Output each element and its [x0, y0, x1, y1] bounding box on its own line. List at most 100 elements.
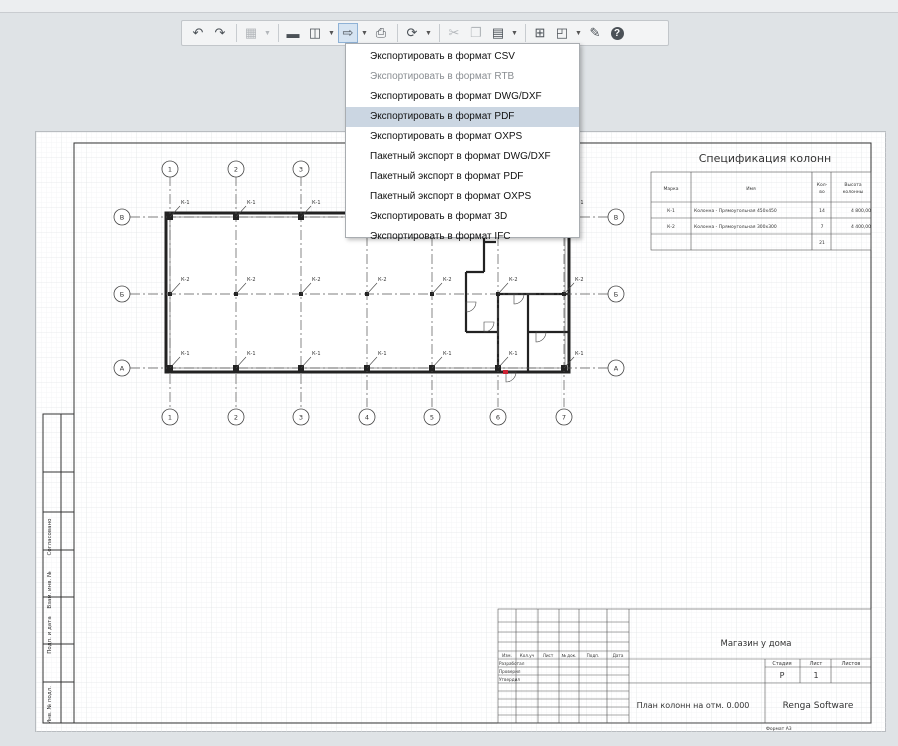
spec-cell-mark: К-2 — [667, 224, 675, 230]
redo-icon: ↷ — [214, 25, 226, 40]
layers-button[interactable]: ◰ — [552, 23, 572, 43]
axis-label: 7 — [562, 414, 566, 422]
export-menu-item[interactable]: Экспортировать в формат 3D — [346, 207, 579, 227]
stage-value: Р — [780, 671, 785, 680]
column-mark: К-1 — [312, 351, 321, 357]
spec-cell-name: Колонна - Прямоугольная 450x450 — [694, 208, 777, 214]
export-menu-item[interactable]: Экспортировать в формат IFC — [346, 227, 579, 247]
export-menu-item[interactable]: Пакетный экспорт в формат DWG/DXF — [346, 147, 579, 167]
save-dropdown-arrow[interactable]: ▼ — [327, 23, 336, 43]
tree-button[interactable]: ⊞ — [530, 23, 550, 43]
spec-header: колонны — [843, 190, 864, 195]
undo-icon: ↶ — [192, 25, 204, 40]
export-menu-item[interactable]: Пакетный экспорт в формат OXPS — [346, 187, 579, 207]
toolbar-separator — [397, 24, 398, 42]
column-mark: К-1 — [181, 200, 190, 206]
column-mark: К-1 — [378, 351, 387, 357]
export-menu-item[interactable]: Экспортировать в формат OXPS — [346, 127, 579, 147]
paste-button[interactable]: ▤ — [488, 23, 508, 43]
axis-label: В — [614, 214, 618, 222]
model-button[interactable]: ▦ — [241, 23, 261, 43]
tree-icon: ⊞ — [534, 25, 546, 40]
spec-cell-height: 4 400,00 — [851, 224, 871, 230]
axis-label: Б — [120, 291, 124, 299]
open-button[interactable]: ▬ — [283, 23, 303, 43]
paste-icon: ▤ — [491, 25, 505, 40]
export-dropdown-arrow[interactable]: ▼ — [360, 23, 369, 43]
wrench-icon: ✎ — [589, 25, 601, 40]
column-mark: К-1 — [443, 351, 452, 357]
column-mark: К-2 — [443, 277, 452, 283]
save-button[interactable]: ◫ — [305, 23, 325, 43]
cut-button[interactable]: ✂ — [444, 23, 464, 43]
settings-button[interactable]: ✎ — [585, 23, 605, 43]
export-menu-item[interactable]: Экспортировать в формат CSV — [346, 47, 579, 67]
export-menu-item[interactable]: Экспортировать в формат PDF — [346, 107, 579, 127]
side-stamp-label: Подп. и дата — [47, 616, 53, 653]
title-col-head: Изм. — [502, 653, 512, 658]
spec-cell-qty: 14 — [819, 208, 825, 214]
toolbar-separator — [439, 24, 440, 42]
axis-label: 5 — [430, 414, 434, 422]
folder-icon: ▬ — [286, 25, 300, 41]
export-icon: ⇨ — [342, 25, 354, 40]
column-mark: К-2 — [575, 277, 584, 283]
axis-label: 1 — [168, 166, 172, 174]
model-dropdown-arrow[interactable]: ▼ — [263, 23, 272, 43]
export-dropdown-menu: Экспортировать в формат CSV Экспортироват… — [345, 43, 580, 242]
spec-cell-name: Колонна - Прямоугольная 300x300 — [694, 224, 777, 230]
export-menu-item[interactable]: Экспортировать в формат DWG/DXF — [346, 87, 579, 107]
axis-label: 3 — [299, 166, 303, 174]
redo-button[interactable]: ↷ — [210, 23, 230, 43]
help-button[interactable]: ? — [607, 23, 627, 43]
axis-label: 4 — [365, 414, 369, 422]
spec-title: Спецификация колонн — [699, 152, 831, 165]
axis-label: 3 — [299, 414, 303, 422]
column-mark: К-2 — [312, 277, 321, 283]
toolbar-separator — [525, 24, 526, 42]
side-stamp-label: Инв. № подл. — [47, 686, 53, 724]
axis-label: А — [120, 365, 125, 373]
axis-label: А — [614, 365, 619, 373]
selection-marker — [503, 370, 508, 374]
title-role: Утвердил — [499, 677, 520, 682]
company-name: Renga Software — [783, 701, 854, 711]
sheet-value: 1 — [813, 671, 818, 680]
column-mark: К-1 — [312, 200, 321, 206]
spec-cell-qty: 21 — [819, 240, 825, 246]
drawing-name: План колонн на отм. 0.000 — [637, 701, 750, 710]
copy-button[interactable]: ❐ — [466, 23, 486, 43]
paste-dropdown-arrow[interactable]: ▼ — [510, 23, 519, 43]
spec-header: Высота — [844, 182, 861, 188]
toolbar-separator — [278, 24, 279, 42]
column-mark: К-2 — [247, 277, 256, 283]
layers-icon: ◰ — [555, 25, 569, 40]
cut-icon: ✂ — [448, 25, 460, 40]
spec-cell-qty: 7 — [821, 224, 824, 230]
sheets-label: Листов — [842, 661, 861, 667]
title-role: Проверил — [499, 669, 521, 674]
view-dropdown-arrow[interactable]: ▼ — [424, 23, 433, 43]
export-menu-item: Экспортировать в формат RTB — [370, 71, 515, 82]
spec-header: Кол- — [817, 182, 828, 188]
print-icon: ⎙ — [375, 25, 387, 40]
title-col-head: Лист — [543, 653, 554, 658]
title-col-head: Дата — [613, 653, 624, 658]
export-menu-item[interactable]: Пакетный экспорт в формат PDF — [346, 167, 579, 187]
undo-button[interactable]: ↶ — [188, 23, 208, 43]
title-role: Разработал — [499, 661, 525, 666]
window-top-bar — [0, 0, 898, 13]
save-icon: ◫ — [308, 25, 322, 40]
side-stamp-label: Согласовано — [47, 518, 53, 556]
print-button[interactable]: ⎙ — [371, 23, 391, 43]
column-mark: К-1 — [181, 351, 190, 357]
layers-dropdown-arrow[interactable]: ▼ — [574, 23, 583, 43]
help-icon: ? — [610, 26, 624, 40]
export-button[interactable]: ⇨ — [338, 23, 358, 43]
axis-label: 1 — [168, 414, 172, 422]
axis-label: 6 — [496, 414, 500, 422]
view-button[interactable]: ⟳ — [402, 23, 422, 43]
title-col-head: Кол.уч — [520, 653, 535, 658]
axis-label: 2 — [234, 166, 238, 174]
spec-header: Имя — [746, 186, 756, 192]
